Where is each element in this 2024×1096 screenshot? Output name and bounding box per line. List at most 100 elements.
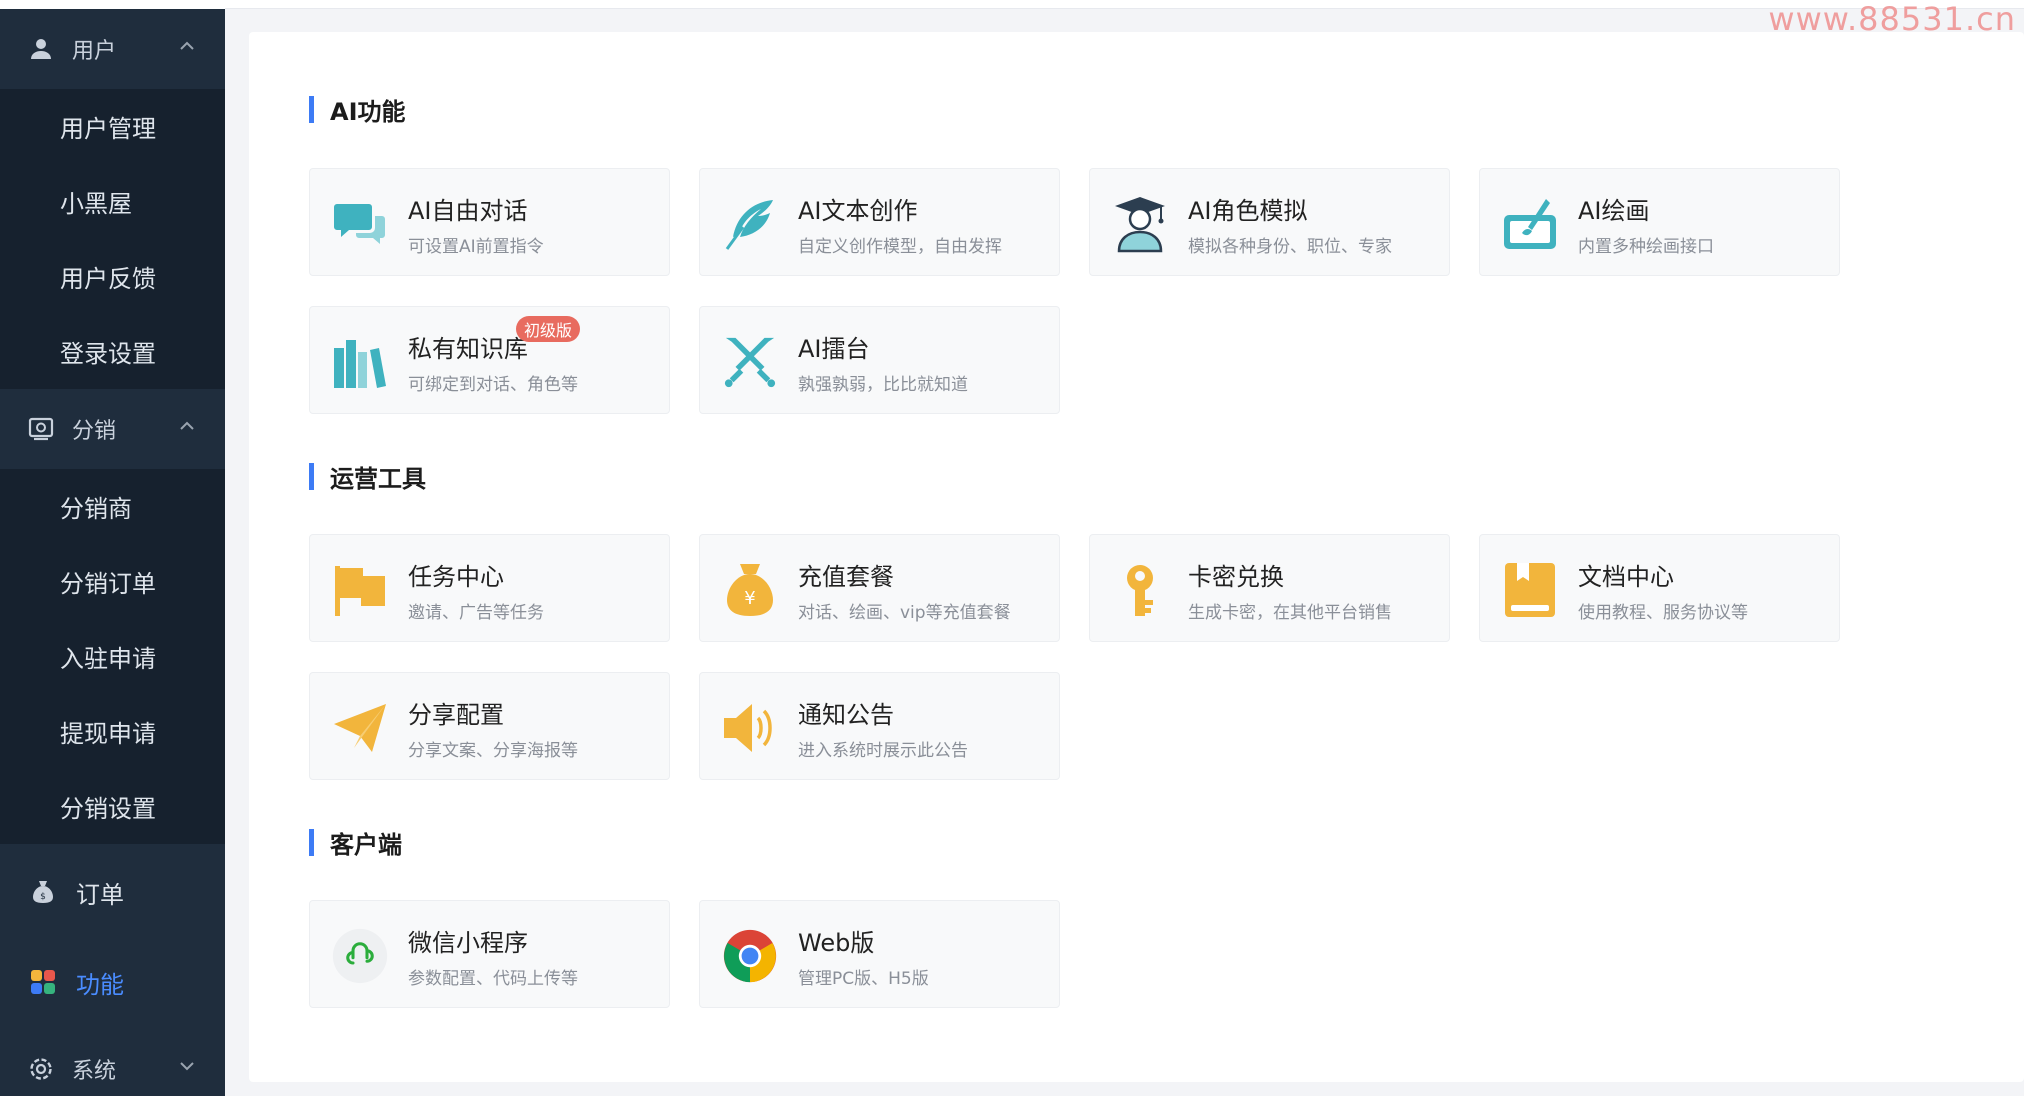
section-accent-bar (309, 829, 314, 856)
top-bar (225, 0, 2024, 9)
sidebar-group-label: 用户 (72, 39, 117, 64)
card-desc: 生成卡密，在其他平台销售 (1188, 603, 1392, 623)
card-share-config[interactable]: 分享配置 分享文案、分享海报等 (309, 672, 670, 780)
card-desc: 孰强孰弱，比比就知道 (798, 375, 968, 395)
money-bag-icon: $ (28, 877, 58, 907)
sidebar-item-distributors[interactable]: 分销商 (0, 469, 225, 544)
section-accent-bar (309, 463, 314, 490)
card-title: 微信小程序 (408, 929, 528, 957)
user-icon (28, 36, 54, 62)
card-ai-role[interactable]: AI角色模拟 模拟各种身份、职位、专家 (1089, 168, 1450, 276)
speaker-icon (722, 700, 778, 756)
sidebar-item-label: 功能 (76, 970, 124, 999)
card-desc: 使用教程、服务协议等 (1578, 603, 1748, 623)
card-title: 任务中心 (408, 563, 504, 591)
section-title-text: 客户端 (330, 831, 402, 859)
crossed-swords-icon (722, 334, 778, 390)
card-desc: 邀请、广告等任务 (408, 603, 544, 623)
card-desc: 可绑定到对话、角色等 (408, 375, 578, 395)
card-card-redeem[interactable]: 卡密兑换 生成卡密，在其他平台销售 (1089, 534, 1450, 642)
card-desc: 管理PC版、H5版 (798, 969, 929, 989)
section-title-ops: 运营工具 (309, 459, 426, 494)
card-desc: 可设置AI前置指令 (408, 237, 544, 257)
sidebar-group-distribution[interactable]: 分销 (0, 389, 225, 469)
sidebar-item-label: 订单 (76, 880, 124, 909)
card-title: 私有知识库 (408, 335, 528, 363)
card-title: Web版 (798, 929, 875, 957)
section-title-client: 客户端 (309, 825, 402, 860)
card-title: AI文本创作 (798, 197, 918, 225)
card-title: 分享配置 (408, 701, 504, 729)
feather-icon (722, 196, 778, 252)
gear-icon (28, 1056, 54, 1082)
card-title: AI角色模拟 (1188, 197, 1308, 225)
sidebar-item-feedback[interactable]: 用户反馈 (0, 239, 225, 314)
sidebar-item-join-requests[interactable]: 入驻申请 (0, 619, 225, 694)
card-desc: 内置多种绘画接口 (1578, 237, 1714, 257)
chevron-up-icon (180, 41, 194, 50)
section-title-ai: AI功能 (309, 92, 406, 127)
card-title: 卡密兑换 (1188, 563, 1284, 591)
sidebar-group-system[interactable]: 系统 (0, 1029, 225, 1096)
card-title: AI自由对话 (408, 197, 528, 225)
card-web[interactable]: Web版 管理PC版、H5版 (699, 900, 1060, 1008)
sidebar-item-orders[interactable]: $ 订单 (0, 847, 225, 937)
card-desc: 自定义创作模型，自由发挥 (798, 237, 1002, 257)
card-ai-painting[interactable]: AI绘画 内置多种绘画接口 (1479, 168, 1840, 276)
edition-badge: 初级版 (516, 316, 581, 342)
sidebar-item-features[interactable]: 功能 (0, 937, 225, 1027)
flag-icon (332, 562, 388, 618)
paper-plane-icon (332, 700, 388, 756)
section-title-text: 运营工具 (330, 465, 426, 493)
card-ai-arena[interactable]: AI擂台 孰强孰弱，比比就知道 (699, 306, 1060, 414)
card-knowledge-base[interactable]: 私有知识库 初级版 可绑定到对话、角色等 (309, 306, 670, 414)
card-title: 通知公告 (798, 701, 894, 729)
chevron-up-icon (180, 421, 194, 430)
card-doc-center[interactable]: 文档中心 使用教程、服务协议等 (1479, 534, 1840, 642)
card-announcement[interactable]: 通知公告 进入系统时展示此公告 (699, 672, 1060, 780)
submenu-distribution: 分销商 分销订单 入驻申请 提现申请 分销设置 (0, 469, 225, 844)
sidebar-item-distribution-orders[interactable]: 分销订单 (0, 544, 225, 619)
sidebar-top-strip (0, 0, 225, 9)
section-title-text: AI功能 (330, 98, 406, 126)
distribution-icon (28, 416, 54, 442)
card-desc: 对话、绘画、vip等充值套餐 (798, 603, 1011, 623)
sidebar-item-user-management[interactable]: 用户管理 (0, 89, 225, 164)
key-icon (1112, 562, 1168, 618)
sidebar-item-distribution-settings[interactable]: 分销设置 (0, 769, 225, 844)
svg-text:$: $ (40, 892, 46, 902)
sidebar-item-withdrawals[interactable]: 提现申请 (0, 694, 225, 769)
section-accent-bar (309, 96, 314, 123)
sidebar-item-login-settings[interactable]: 登录设置 (0, 314, 225, 389)
card-desc: 进入系统时展示此公告 (798, 741, 968, 761)
card-title: 文档中心 (1578, 563, 1674, 591)
card-title: 充值套餐 (798, 563, 894, 591)
document-icon (1502, 562, 1558, 618)
card-title: AI绘画 (1578, 197, 1650, 225)
chat-bubble-icon (332, 196, 388, 252)
card-ai-chat[interactable]: AI自由对话 可设置AI前置指令 (309, 168, 670, 276)
submenu-user: 用户管理 小黑屋 用户反馈 登录设置 (0, 89, 225, 389)
card-title: AI擂台 (798, 335, 870, 363)
graduate-icon (1112, 196, 1168, 253)
card-task-center[interactable]: 任务中心 邀请、广告等任务 (309, 534, 670, 642)
sidebar-group-label: 分销 (72, 419, 117, 444)
card-desc: 参数配置、代码上传等 (408, 969, 578, 989)
books-icon (332, 334, 388, 390)
paint-board-icon (1502, 196, 1558, 252)
chevron-down-icon (180, 1062, 194, 1071)
card-desc: 模拟各种身份、职位、专家 (1188, 237, 1392, 257)
svg-text:¥: ¥ (744, 588, 755, 609)
card-wechat-miniprogram[interactable]: 微信小程序 参数配置、代码上传等 (309, 900, 670, 1008)
browser-icon (722, 928, 778, 984)
apps-icon (28, 967, 58, 997)
money-bag-icon: ¥ (722, 562, 778, 618)
card-ai-writing[interactable]: AI文本创作 自定义创作模型，自由发挥 (699, 168, 1060, 276)
card-desc: 分享文案、分享海报等 (408, 741, 578, 761)
miniprogram-icon (332, 928, 388, 984)
sidebar-group-user[interactable]: 用户 (0, 9, 225, 89)
card-recharge-plans[interactable]: ¥ 充值套餐 对话、绘画、vip等充值套餐 (699, 534, 1060, 642)
sidebar-item-blacklist[interactable]: 小黑屋 (0, 164, 225, 239)
main-content: AI功能 AI自由对话 可设置AI前置指令 AI文本创作 自定义创作模型，自由发… (249, 32, 2024, 1082)
sidebar: 用户 用户管理 小黑屋 用户反馈 登录设置 分销 分销商 分销订单 入驻申请 提… (0, 0, 225, 1096)
